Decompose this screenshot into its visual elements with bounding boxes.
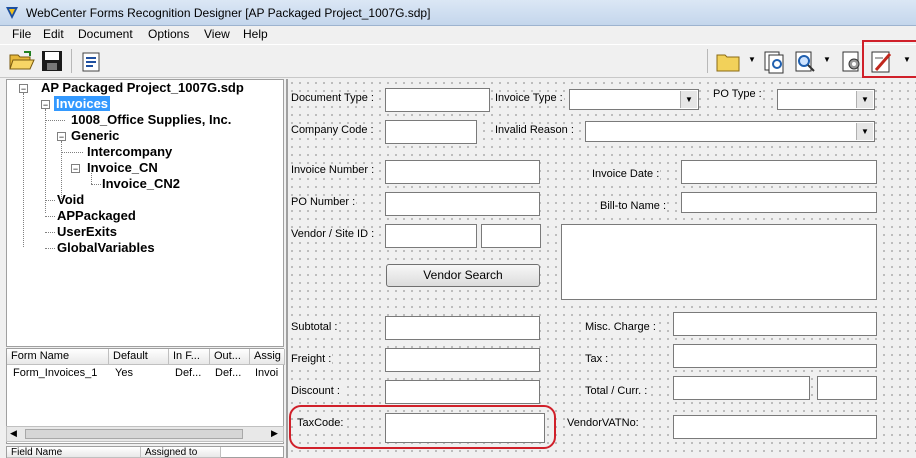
field-list[interactable]: Field Name Assigned to: [6, 446, 284, 458]
company-code-field[interactable]: [385, 120, 477, 144]
tree-node-globalvariables[interactable]: GlobalVariables: [57, 240, 155, 255]
currency-field[interactable]: [817, 376, 877, 400]
label-po-number: PO Number :: [291, 196, 357, 208]
label-misc-charge: Misc. Charge :: [585, 321, 657, 333]
label-subtotal: Subtotal :: [291, 321, 339, 333]
vendor-details-box[interactable]: [561, 224, 877, 300]
scroll-right-icon[interactable]: ▶: [271, 428, 278, 439]
freight-field[interactable]: [385, 348, 540, 372]
collapse-icon[interactable]: −: [57, 132, 66, 142]
tax-field[interactable]: [673, 344, 877, 368]
tree-node-invoices[interactable]: Invoices: [54, 96, 111, 111]
collapse-icon[interactable]: −: [71, 164, 80, 174]
tree-node-userexits[interactable]: UserExits: [57, 224, 117, 239]
open-folder-icon[interactable]: [9, 50, 35, 72]
assig-cell: Invoi: [255, 367, 279, 379]
label-invoice-number: Invoice Number :: [291, 164, 376, 176]
column-header-form-name[interactable]: Form Name: [7, 349, 109, 365]
menu-edit[interactable]: Edit: [43, 27, 64, 41]
column-header-assigned-to[interactable]: Assigned to: [141, 447, 221, 458]
search-document-icon[interactable]: [793, 50, 817, 74]
label-document-type: Document Type :: [291, 92, 375, 104]
vendor-id-field[interactable]: [385, 224, 477, 248]
label-invoice-type: Invoice Type :: [495, 92, 564, 104]
tree-node-invoice-cn[interactable]: Invoice_CN: [87, 160, 158, 175]
title-bar: WebCenter Forms Recognition Designer [AP…: [0, 0, 916, 26]
column-header-default[interactable]: Default: [109, 349, 169, 365]
folder-icon[interactable]: [716, 52, 742, 72]
properties-icon[interactable]: [80, 50, 102, 72]
app-icon: [6, 7, 18, 19]
toolbar-separator: [71, 49, 72, 73]
invoice-number-field[interactable]: [385, 160, 540, 184]
label-freight: Freight :: [291, 353, 333, 365]
project-tree[interactable]: − AP Packaged Project_1007G.sdp − Invoic…: [6, 79, 284, 347]
label-invalid-reason: Invalid Reason :: [495, 124, 575, 136]
tree-node-void[interactable]: Void: [57, 192, 84, 207]
document-type-field[interactable]: [385, 88, 490, 112]
settings-document-icon[interactable]: [840, 50, 864, 74]
misc-charge-field[interactable]: [673, 312, 877, 336]
invalid-reason-combo[interactable]: ▼: [585, 121, 875, 142]
out-cell: Def...: [215, 367, 242, 379]
menu-view[interactable]: View: [204, 27, 230, 41]
subtotal-field[interactable]: [385, 316, 540, 340]
menu-options[interactable]: Options: [148, 27, 189, 41]
highlight-ring-taxcode: [289, 405, 556, 449]
label-vendor-vat-no: VendorVATNo:: [567, 417, 640, 429]
label-vendor-site-id: Vendor / Site ID :: [291, 228, 376, 240]
chevron-down-icon[interactable]: ▼: [856, 123, 873, 140]
menu-help[interactable]: Help: [243, 27, 268, 41]
bill-to-name-field[interactable]: [681, 192, 877, 213]
label-total-curr: Total / Curr. :: [585, 385, 649, 397]
label-tax: Tax :: [585, 353, 610, 365]
column-header-assig[interactable]: Assig: [250, 349, 285, 365]
documents-view-icon[interactable]: [763, 50, 787, 74]
column-header-in-f[interactable]: In F...: [169, 349, 210, 365]
po-type-combo[interactable]: ▼: [777, 89, 875, 110]
form-name-cell[interactable]: Form_Invoices_1: [13, 367, 108, 379]
tree-node-appackaged[interactable]: APPackaged: [57, 208, 136, 223]
tree-node-generic[interactable]: Generic: [71, 128, 119, 143]
column-header-field-name[interactable]: Field Name: [7, 447, 141, 458]
po-number-field[interactable]: [385, 192, 540, 216]
vendor-search-button[interactable]: Vendor Search: [386, 264, 540, 287]
chevron-down-icon[interactable]: ▼: [748, 55, 756, 64]
site-id-field[interactable]: [481, 224, 541, 248]
save-icon[interactable]: [41, 50, 63, 72]
invoice-type-combo[interactable]: ▼: [569, 89, 699, 110]
in-f-cell: Def...: [175, 367, 202, 379]
label-company-code: Company Code :: [291, 124, 375, 136]
label-bill-to-name: Bill-to Name :: [600, 200, 668, 212]
tree-root[interactable]: AP Packaged Project_1007G.sdp: [41, 80, 244, 95]
form-designer-canvas[interactable]: Document Type : Invoice Type : ▼ PO Type…: [286, 79, 916, 458]
chevron-down-icon[interactable]: ▼: [856, 91, 873, 108]
menu-file[interactable]: File: [12, 27, 31, 41]
column-header-out[interactable]: Out...: [210, 349, 250, 365]
menu-document[interactable]: Document: [78, 27, 133, 41]
label-invoice-date: Invoice Date :: [592, 168, 661, 180]
discount-field[interactable]: [385, 380, 540, 404]
label-discount: Discount :: [291, 385, 341, 397]
chevron-down-icon[interactable]: ▼: [680, 91, 697, 108]
collapse-icon[interactable]: −: [19, 84, 28, 94]
label-po-type: PO Type :: [713, 88, 763, 100]
collapse-icon[interactable]: −: [41, 100, 50, 110]
vendor-vat-no-field[interactable]: [673, 415, 877, 439]
scrollbar-thumb[interactable]: [25, 429, 243, 439]
toolbar: ▼ ▼ ▼: [0, 40, 916, 78]
tree-node-office-supplies[interactable]: 1008_Office Supplies, Inc.: [71, 112, 231, 127]
total-field[interactable]: [673, 376, 810, 400]
highlight-ring-toolbar: [862, 40, 916, 78]
toolbar-separator: [707, 49, 708, 73]
scroll-left-icon[interactable]: ◀: [10, 428, 17, 439]
horizontal-scrollbar[interactable]: ◀ ▶: [6, 426, 284, 442]
window-title: WebCenter Forms Recognition Designer [AP…: [26, 6, 431, 20]
tree-node-intercompany[interactable]: Intercompany: [87, 144, 172, 159]
menu-bar: File Edit Document Options View Help: [0, 26, 916, 44]
chevron-down-icon[interactable]: ▼: [823, 55, 831, 64]
invoice-date-field[interactable]: [681, 160, 877, 184]
tree-node-invoice-cn2[interactable]: Invoice_CN2: [102, 176, 180, 191]
default-cell: Yes: [115, 367, 133, 379]
